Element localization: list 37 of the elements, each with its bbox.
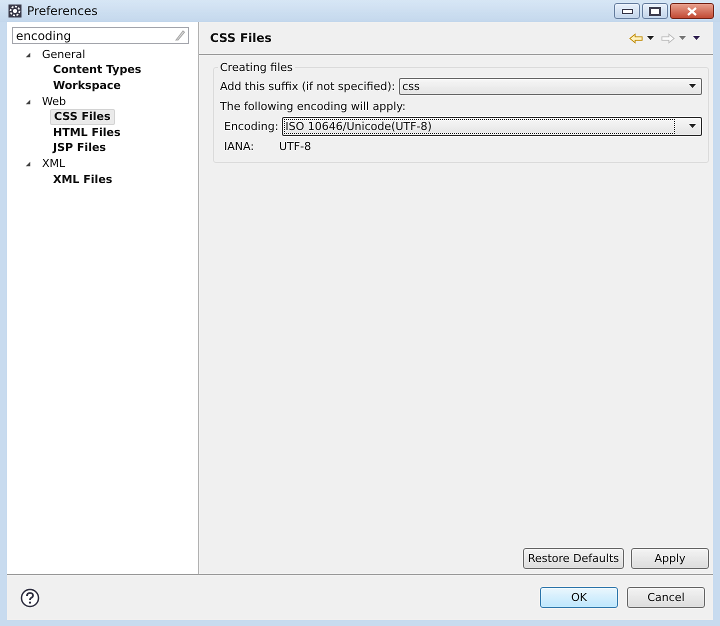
help-icon[interactable] — [20, 588, 40, 608]
close-button[interactable] — [670, 3, 714, 19]
close-icon — [687, 6, 697, 16]
expanded-icon[interactable] — [25, 98, 31, 105]
tree-item[interactable]: CSS Files — [50, 109, 115, 126]
encoding-dropdown[interactable]: ISO 10646/Unicode(UTF-8) — [282, 116, 702, 136]
suffix-label: Add this suffix (if not specified): — [220, 80, 396, 92]
suffix-dropdown[interactable]: css — [399, 78, 702, 94]
expanded-icon[interactable] — [25, 52, 31, 58]
tree-item[interactable]: Web — [39, 94, 69, 109]
expanded-icon[interactable] — [25, 160, 31, 167]
encoding-note: The following encoding will apply: — [220, 100, 406, 112]
gear-icon — [8, 4, 22, 18]
iana-label: IANA: — [224, 140, 256, 152]
apply-button[interactable]: Apply — [631, 548, 709, 569]
tree-item[interactable]: Content Types — [50, 63, 144, 78]
tree-item[interactable]: XML — [39, 156, 68, 171]
tree-item[interactable]: General — [39, 48, 88, 62]
cancel-button[interactable]: Cancel — [627, 587, 705, 608]
ok-button[interactable]: OK — [540, 587, 618, 608]
dropdown-icon — [689, 124, 696, 128]
window-title: Preferences — [27, 4, 98, 18]
iana-value: UTF-8 — [279, 140, 312, 152]
dropdown-icon — [689, 84, 696, 88]
tree-item[interactable]: JSP Files — [50, 141, 109, 156]
filter-field[interactable]: encoding — [12, 27, 189, 44]
encoding-label: Encoding: — [224, 120, 278, 132]
minimize-button[interactable] — [614, 3, 640, 19]
maximize-button[interactable] — [642, 3, 668, 19]
tree-item[interactable]: Workspace — [50, 78, 124, 93]
group-title: Creating files — [219, 61, 294, 74]
restore-defaults-button[interactable]: Restore Defaults — [522, 548, 624, 569]
view-menu-icon[interactable] — [693, 36, 700, 40]
dropdown-icon[interactable] — [647, 36, 654, 40]
tree-item[interactable]: XML Files — [50, 172, 116, 187]
tree-item[interactable]: HTML Files — [50, 126, 124, 140]
page-title: CSS Files — [210, 31, 272, 45]
